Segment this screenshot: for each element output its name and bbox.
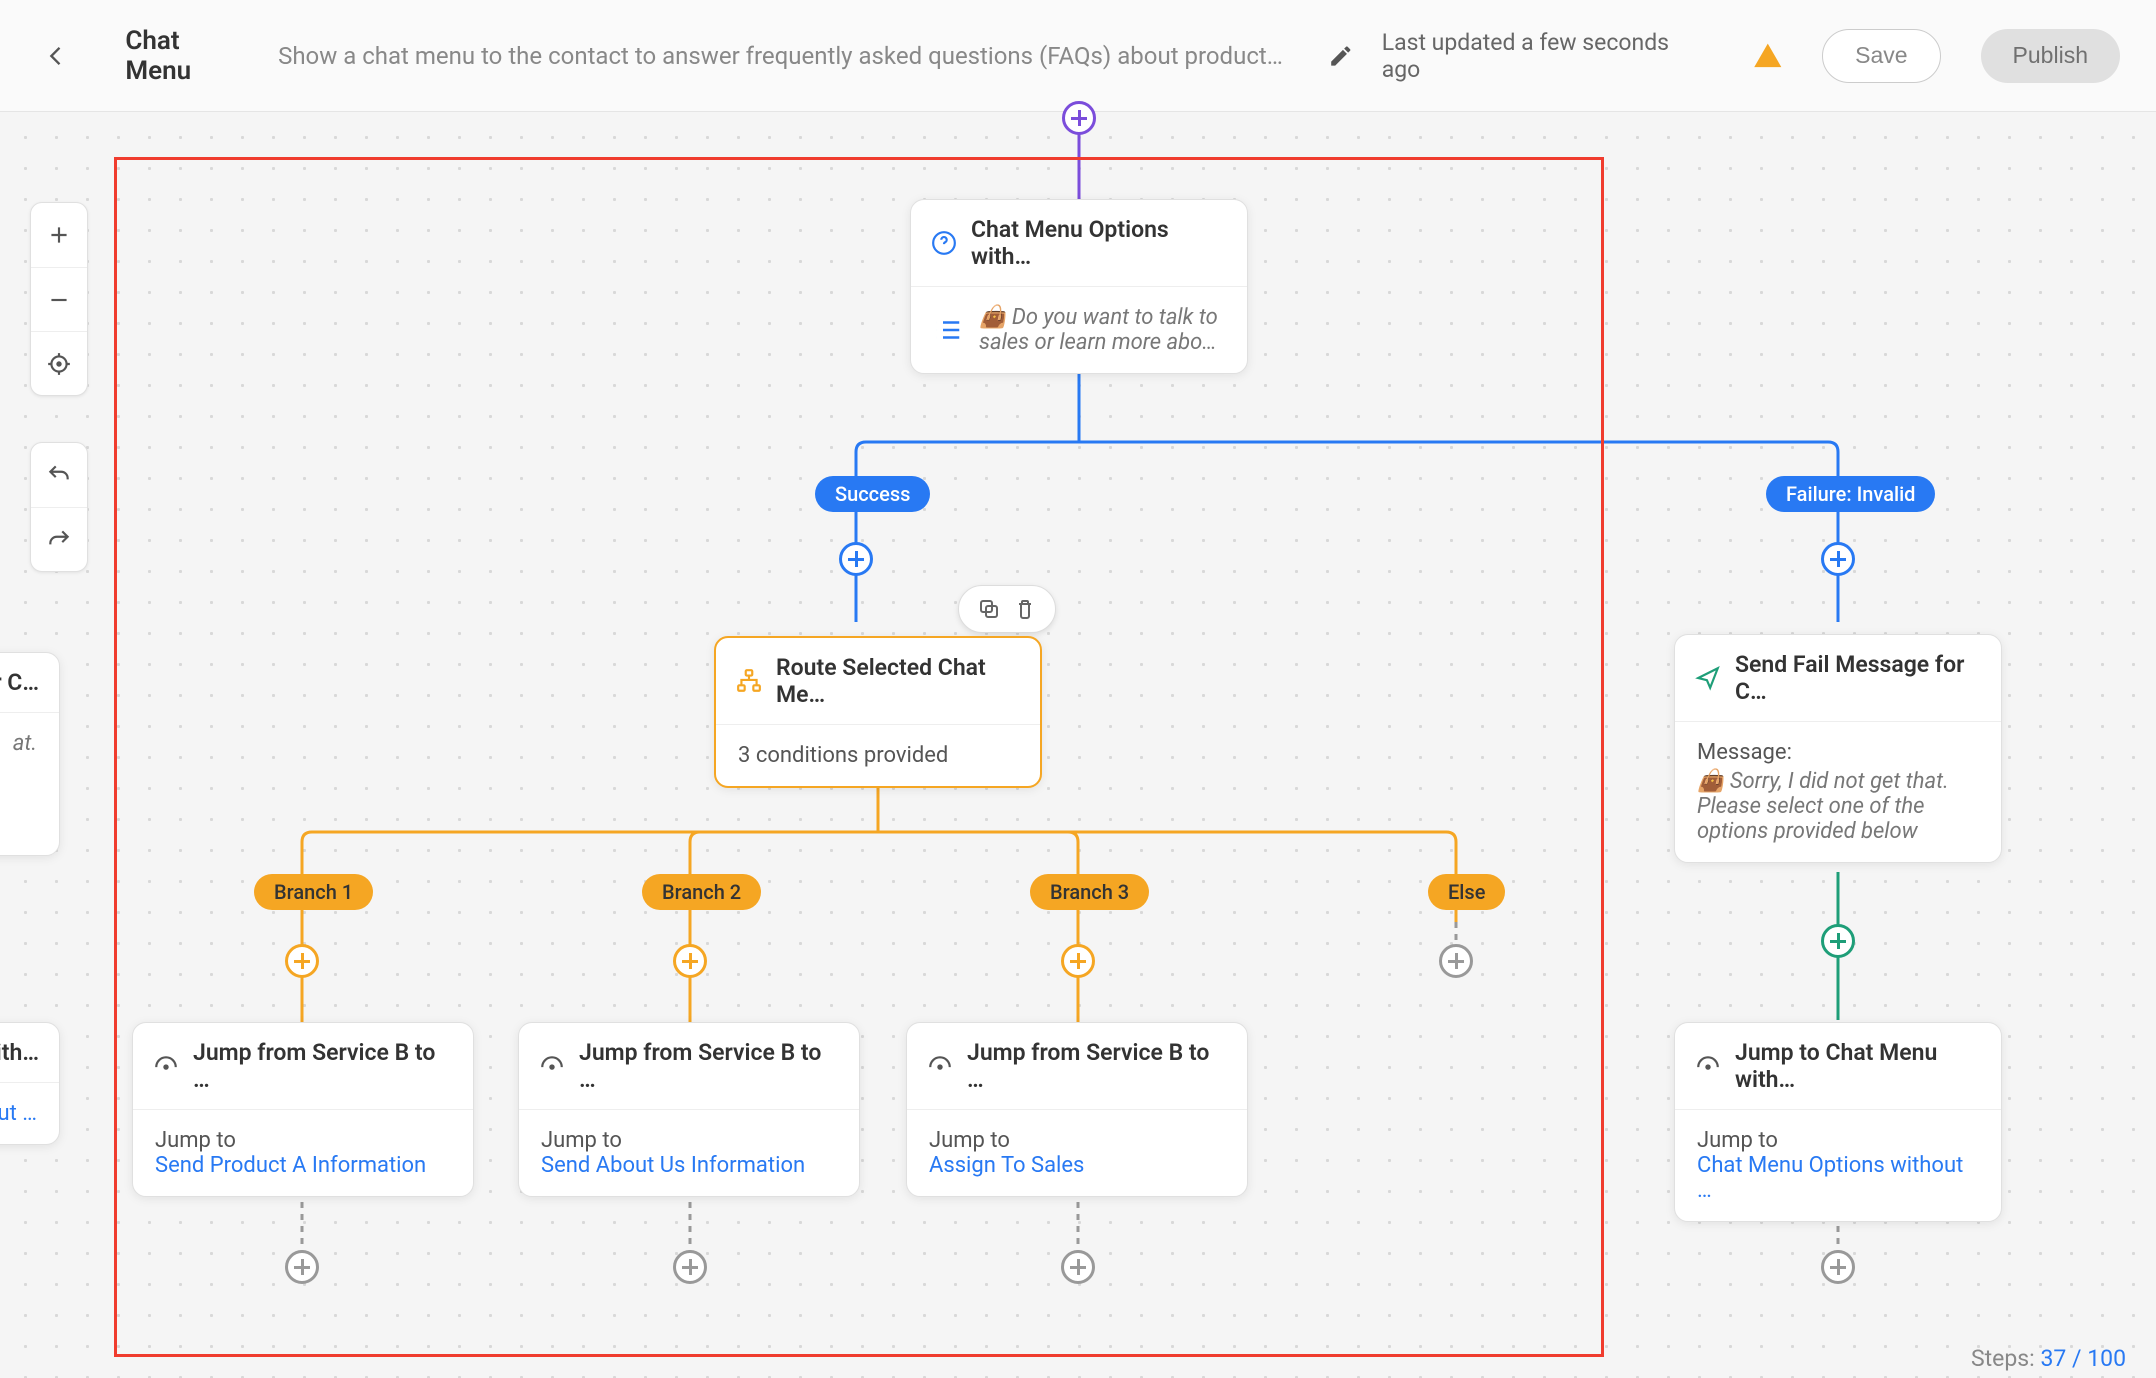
node-title: Chat Menu Options with… <box>971 216 1227 270</box>
node-jump-chat-menu[interactable]: Jump to Chat Menu with… Jump to Chat Men… <box>1674 1022 2002 1222</box>
jump-icon <box>927 1053 953 1079</box>
badge-branch-1[interactable]: Branch 1 <box>254 874 373 910</box>
zoom-out-button[interactable] <box>31 267 87 331</box>
zoom-controls <box>30 202 88 396</box>
undo-button[interactable] <box>31 443 87 507</box>
add-step-icon[interactable] <box>673 1250 707 1284</box>
node-jump-assign-sales[interactable]: Jump from Service B to … Jump to Assign … <box>906 1022 1248 1197</box>
jump-icon <box>153 1053 179 1079</box>
branch-icon <box>736 668 762 694</box>
edit-icon[interactable] <box>1328 43 1354 69</box>
send-icon <box>1695 665 1721 691</box>
add-step-icon[interactable] <box>1062 101 1096 135</box>
list-icon <box>933 315 963 345</box>
header: Chat Menu Show a chat menu to the contac… <box>0 0 2156 112</box>
node-title: with… <box>0 1039 39 1066</box>
back-button[interactable] <box>36 36 75 76</box>
jump-target-link[interactable]: hout … <box>0 1101 37 1126</box>
publish-button[interactable]: Publish <box>1981 29 2120 83</box>
recenter-button[interactable] <box>31 331 87 395</box>
node-subtitle: 3 conditions provided <box>738 743 948 768</box>
badge-success[interactable]: Success <box>815 476 930 512</box>
workflow-canvas[interactable]: Chat Menu Options with… 👜 Do you want to… <box>0 112 2156 1378</box>
node-jump-about-us[interactable]: Jump from Service B to … Jump to Send Ab… <box>518 1022 860 1197</box>
history-controls <box>30 442 88 572</box>
add-step-icon[interactable] <box>1061 944 1095 978</box>
badge-branch-3[interactable]: Branch 3 <box>1030 874 1149 910</box>
node-offscreen-2[interactable]: with… hout … <box>0 1022 60 1145</box>
copy-icon[interactable] <box>977 597 1001 621</box>
node-route-selected[interactable]: Route Selected Chat Me… 3 conditions pro… <box>714 636 1042 788</box>
jump-target-link[interactable]: Send Product A Information <box>155 1153 451 1178</box>
node-title: Jump from Service B to … <box>193 1039 453 1093</box>
warning-icon[interactable] <box>1753 41 1783 71</box>
jump-label: Jump to <box>541 1128 837 1153</box>
last-updated-text: Last updated a few seconds ago <box>1382 29 1709 83</box>
add-step-icon[interactable] <box>1821 542 1855 576</box>
redo-button[interactable] <box>31 507 87 571</box>
badge-else[interactable]: Else <box>1428 874 1505 910</box>
add-step-icon[interactable] <box>839 542 873 576</box>
add-step-icon[interactable] <box>1439 944 1473 978</box>
steps-counter: Steps: 37 / 100 <box>1971 1345 2126 1372</box>
page-title: Chat Menu <box>125 26 250 86</box>
jump-target-link[interactable]: Chat Menu Options without … <box>1697 1153 1979 1203</box>
node-title: Route Selected Chat Me… <box>776 654 1020 708</box>
node-jump-product-a[interactable]: Jump from Service B to … Jump to Send Pr… <box>132 1022 474 1197</box>
message-label: Message: <box>1697 740 1979 765</box>
badge-failure[interactable]: Failure: Invalid <box>1766 476 1935 512</box>
add-step-icon[interactable] <box>285 944 319 978</box>
question-icon <box>931 230 957 256</box>
jump-label: Jump to <box>155 1128 451 1153</box>
emoji-icon: 👜 <box>1697 769 1724 794</box>
emoji-icon: 👜 <box>979 305 1006 330</box>
node-title: Jump to Chat Menu with… <box>1735 1039 1981 1093</box>
node-body-text: Do you want to talk to sales or learn mo… <box>979 305 1218 355</box>
message-text: Sorry, I did not get that. Please select… <box>1697 769 1949 844</box>
node-title: Jump from Service B to … <box>579 1039 839 1093</box>
jump-label: Jump to <box>1697 1128 1979 1153</box>
node-chat-menu-options[interactable]: Chat Menu Options with… 👜 Do you want to… <box>910 199 1248 374</box>
add-step-icon[interactable] <box>1821 1250 1855 1284</box>
jump-target-link[interactable]: Assign To Sales <box>929 1153 1225 1178</box>
delete-icon[interactable] <box>1013 597 1037 621</box>
zoom-in-button[interactable] <box>31 203 87 267</box>
node-toolbar <box>958 585 1056 633</box>
node-title: Jump from Service B to … <box>967 1039 1227 1093</box>
add-step-icon[interactable] <box>285 1250 319 1284</box>
node-title: Send Fail Message for C… <box>1735 651 1981 705</box>
add-step-icon[interactable] <box>1061 1250 1095 1284</box>
add-step-icon[interactable] <box>673 944 707 978</box>
page-description: Show a chat menu to the contact to answe… <box>278 42 1288 70</box>
jump-icon <box>539 1053 565 1079</box>
add-step-icon[interactable] <box>1821 924 1855 958</box>
node-title: or C… <box>0 669 39 696</box>
node-offscreen-1[interactable]: or C… at. <box>0 652 60 856</box>
jump-icon <box>1695 1053 1721 1079</box>
node-send-fail-message[interactable]: Send Fail Message for C… Message: 👜 Sorr… <box>1674 634 2002 863</box>
badge-branch-2[interactable]: Branch 2 <box>642 874 761 910</box>
jump-target-link[interactable]: Send About Us Information <box>541 1153 837 1178</box>
jump-label: Jump to <box>929 1128 1225 1153</box>
save-button[interactable]: Save <box>1822 29 1940 83</box>
node-body-text: at. <box>0 731 37 756</box>
